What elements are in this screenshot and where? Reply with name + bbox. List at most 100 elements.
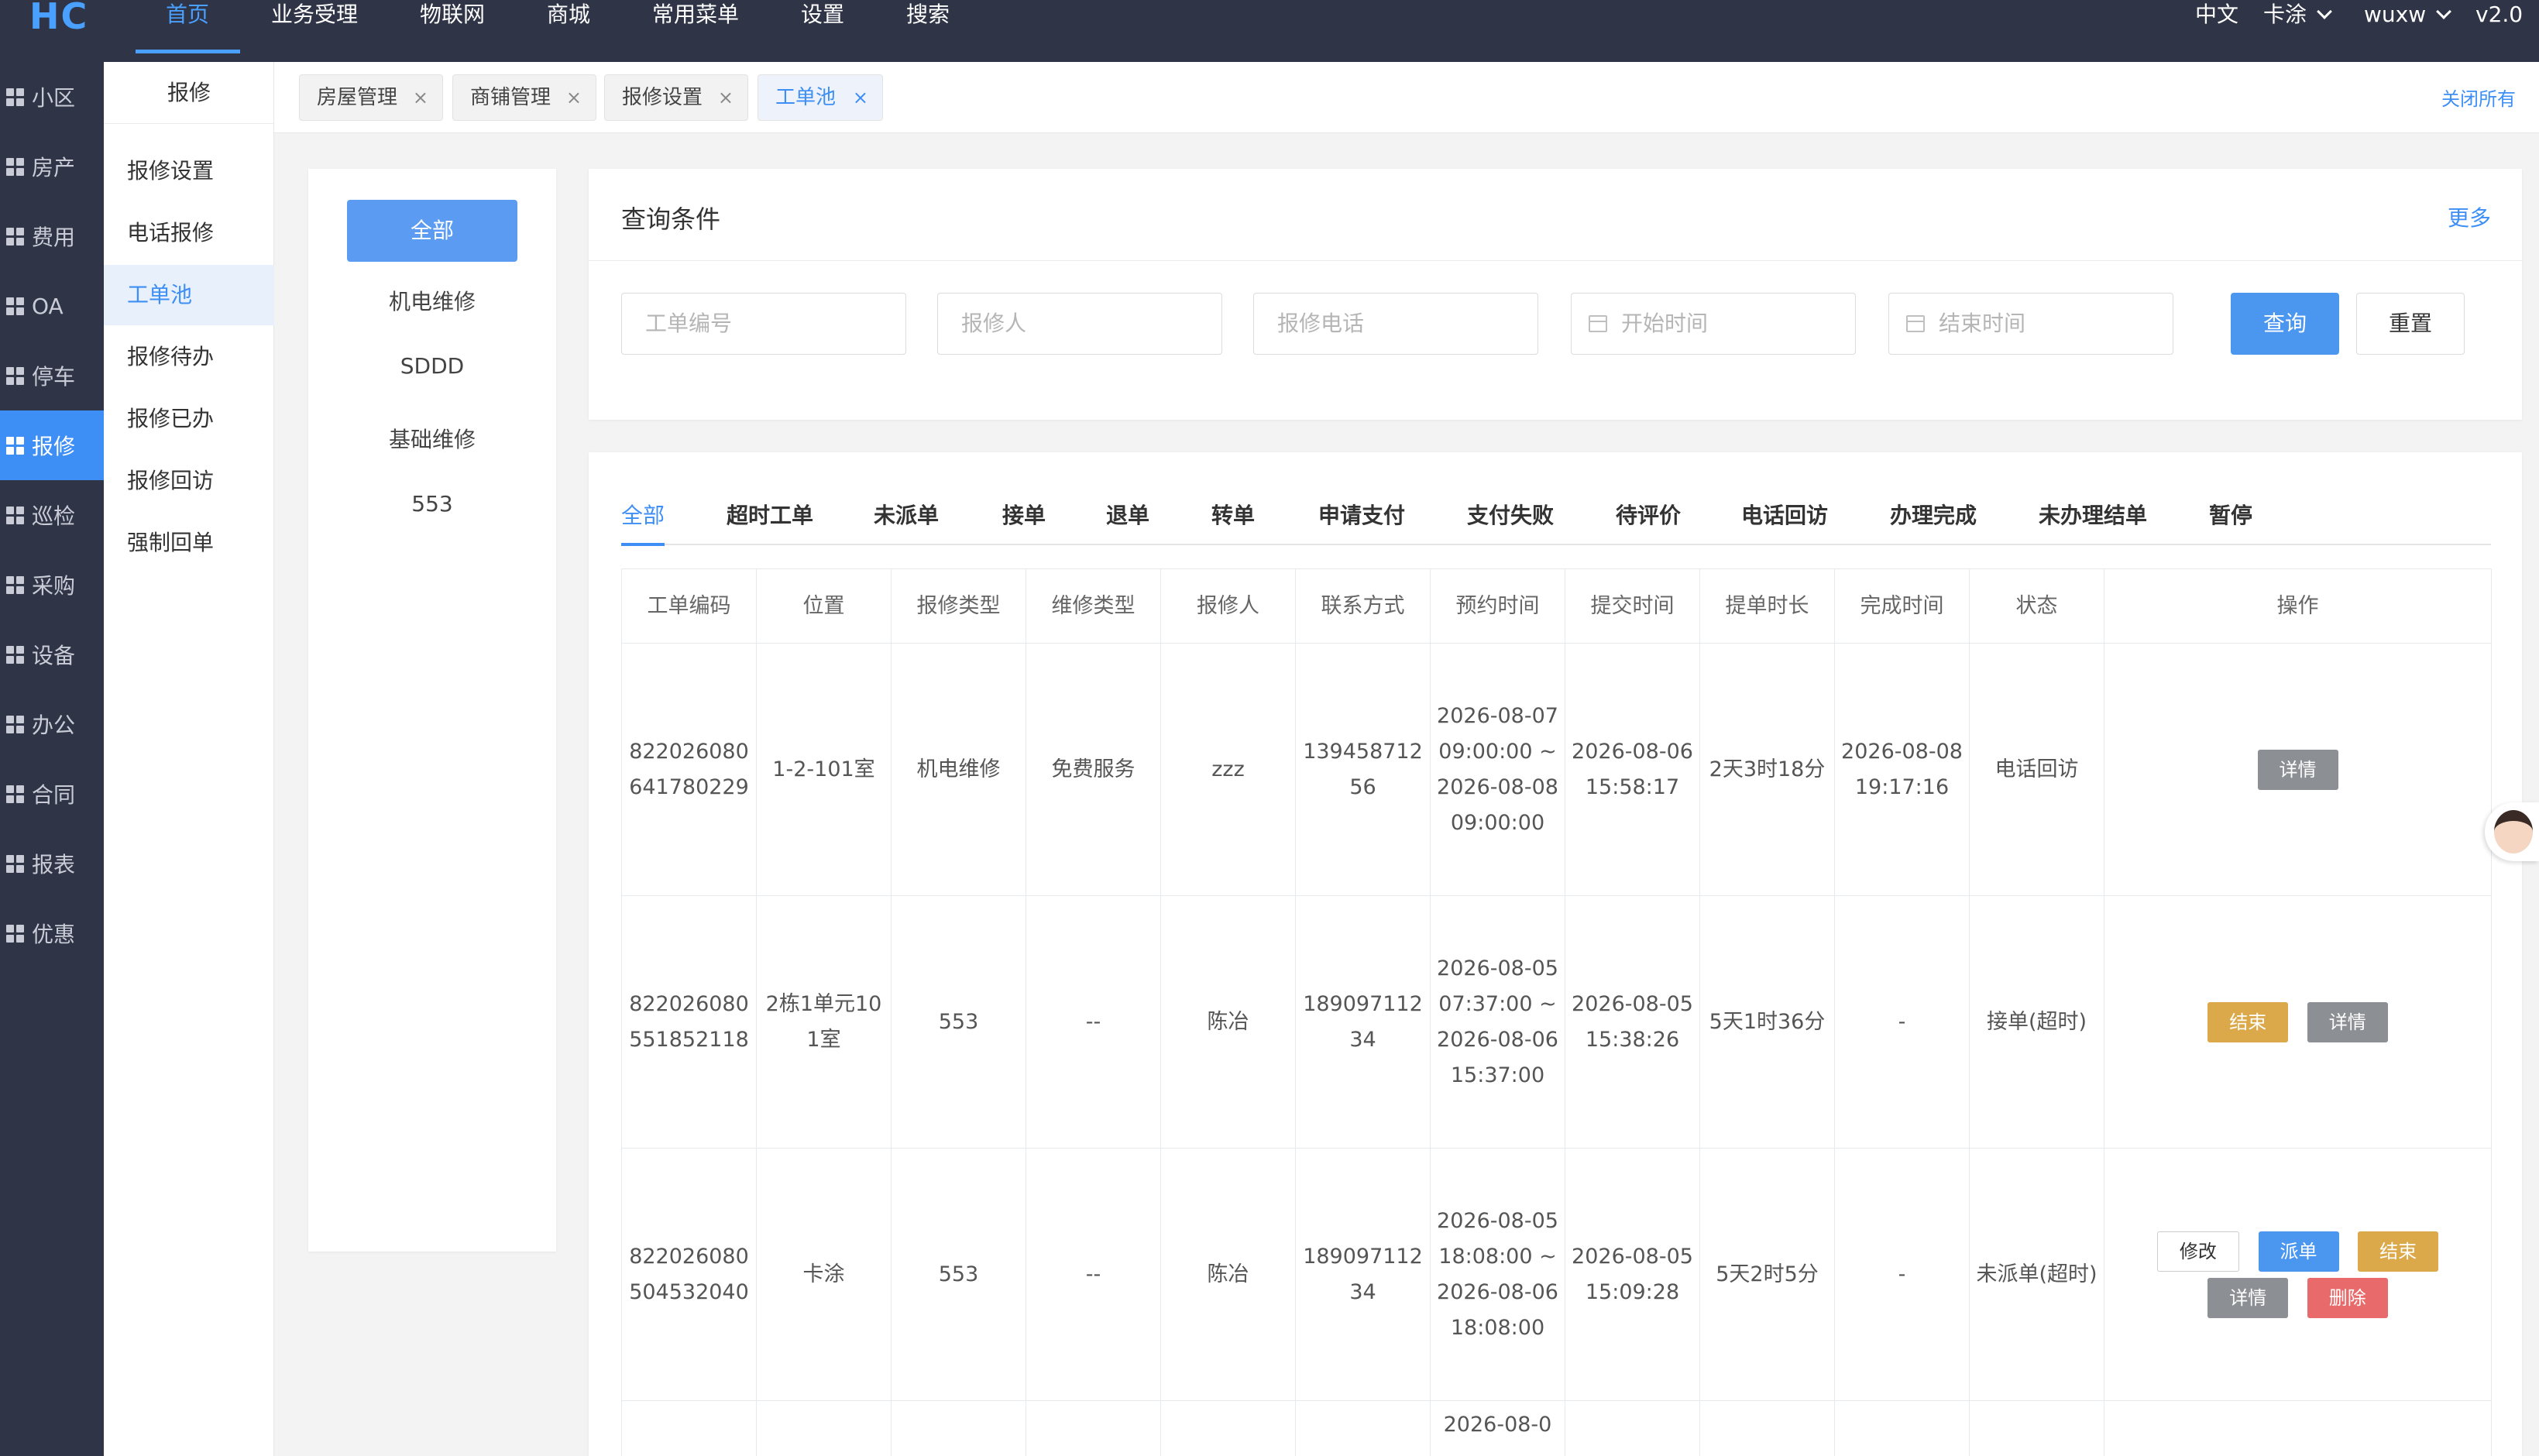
sidebar-item-equipment[interactable]: 设备 (0, 620, 104, 689)
sidebar-item-repair[interactable]: 报修 (0, 410, 104, 480)
phone-input[interactable]: 报修电话 (1253, 293, 1538, 355)
header-code: 工单编码 (621, 568, 757, 644)
sub-sidebar: 报修 报修设置 电话报修 工单池 报修待办 报修已办 报修回访 强制回单 (104, 62, 274, 1456)
customer-service-avatar[interactable] (2485, 802, 2539, 861)
header-finish-time: 完成时间 (1834, 568, 1970, 644)
sidebar-item-contract[interactable]: 合同 (0, 759, 104, 829)
nav-search[interactable]: 搜索 (906, 0, 950, 56)
sidebar-item-inspection[interactable]: 巡检 (0, 480, 104, 550)
edit-button[interactable]: 修改 (2156, 1231, 2239, 1272)
sub-item-order-pool[interactable]: 工单池 (104, 265, 274, 325)
finish-button[interactable]: 结束 (2207, 1001, 2289, 1042)
tab-status-pending-review[interactable]: 待评价 (1616, 499, 1681, 530)
order-no-input[interactable]: 工单编号 (621, 293, 906, 355)
tab-status-payment-request[interactable]: 申请支付 (1318, 499, 1405, 530)
grid-icon (6, 157, 24, 176)
tab-status-payment-failed[interactable]: 支付失败 (1467, 499, 1554, 530)
query-more-link[interactable]: 更多 (2448, 201, 2491, 232)
grid-icon (6, 785, 24, 803)
cell-repair-type: 机电维修 (891, 643, 1026, 896)
header-maint-type: 维修类型 (1026, 568, 1161, 644)
reporter-input[interactable]: 报修人 (937, 293, 1222, 355)
detail-button[interactable]: 详情 (2207, 1277, 2289, 1318)
tab-status-paused[interactable]: 暂停 (2209, 499, 2252, 530)
nav-business[interactable]: 业务受理 (271, 0, 358, 56)
tab-shop-management[interactable]: 商铺管理 × (452, 74, 596, 121)
cell-duration: 5天1时36分 (1699, 895, 1835, 1149)
category-item[interactable]: 基础维修 (308, 423, 556, 454)
end-time-input[interactable]: 结束时间 (1888, 293, 2173, 355)
category-item[interactable]: SDDD (308, 353, 556, 379)
close-icon[interactable]: × (853, 75, 868, 120)
sidebar-item-discounts[interactable]: 优惠 (0, 898, 104, 968)
cell-location: 1-2-101室 (756, 643, 892, 896)
close-icon[interactable]: × (413, 75, 428, 120)
close-icon[interactable]: × (718, 75, 734, 120)
grid-icon (6, 227, 24, 246)
sidebar-item-oa[interactable]: OA (0, 271, 104, 341)
table-row: 822026080551852118 2栋1单元101室 553 -- 陈冶 1… (621, 895, 2492, 1149)
sidebar-item-fees[interactable]: 费用 (0, 201, 104, 271)
nav-settings[interactable]: 设置 (801, 0, 844, 56)
sub-item-phone-repair[interactable]: 电话报修 (104, 203, 274, 263)
delete-button[interactable]: 删除 (2307, 1277, 2388, 1318)
nav-common-menu[interactable]: 常用菜单 (652, 0, 739, 56)
close-icon[interactable]: × (566, 75, 582, 120)
tab-order-pool[interactable]: 工单池 × (758, 74, 883, 121)
sidebar-item-property[interactable]: 房产 (0, 132, 104, 201)
sidebar-item-office[interactable]: 办公 (0, 689, 104, 759)
nav-iot[interactable]: 物联网 (420, 0, 485, 56)
grid-icon (6, 715, 24, 733)
cell-location: 2栋1单元101室 (756, 895, 892, 1149)
tab-status-returned[interactable]: 退单 (1106, 499, 1149, 530)
tab-status-completed[interactable]: 办理完成 (1890, 499, 1977, 530)
sidebar-item-parking[interactable]: 停车 (0, 341, 104, 410)
tab-status-undispatched[interactable]: 未派单 (874, 499, 939, 530)
sidebar-item-reports[interactable]: 报表 (0, 829, 104, 898)
reset-button[interactable]: 重置 (2356, 293, 2465, 355)
sub-item-repair-settings[interactable]: 报修设置 (104, 141, 274, 201)
category-all-button[interactable]: 全部 (347, 200, 517, 262)
calendar-icon (1589, 315, 1607, 332)
start-time-input[interactable]: 开始时间 (1571, 293, 1856, 355)
page-tabs: 房屋管理 × 商铺管理 × 报修设置 × 工单池 × 关闭所有 (274, 62, 2539, 133)
category-item[interactable]: 553 (308, 491, 556, 517)
nav-active-indicator (136, 50, 240, 53)
cell-status: 接单(超时) (1969, 895, 2104, 1149)
tab-status-transferred[interactable]: 转单 (1211, 499, 1255, 530)
sidebar-item-community[interactable]: 小区 (0, 62, 104, 132)
tab-status-phone-revisit[interactable]: 电话回访 (1741, 499, 1828, 530)
search-button[interactable]: 查询 (2231, 293, 2339, 355)
logo[interactable]: HC (29, 0, 88, 37)
close-all-tabs[interactable]: 关闭所有 (2441, 84, 2516, 111)
tab-status-all[interactable]: 全部 (621, 499, 665, 530)
nav-home[interactable]: 首页 (166, 0, 209, 56)
tab-house-management[interactable]: 房屋管理 × (299, 74, 443, 121)
detail-button[interactable]: 详情 (2257, 749, 2338, 790)
cell-maint-type: 免费服务 (1026, 643, 1161, 896)
tab-status-timeout[interactable]: 超时工单 (727, 499, 813, 530)
community-select[interactable]: 卡涂 (2263, 0, 2332, 29)
finish-button[interactable]: 结束 (2358, 1231, 2439, 1272)
table-row: 822026080504532040 卡涂 553 -- 陈冶 18909711… (621, 1148, 2492, 1401)
detail-button[interactable]: 详情 (2307, 1001, 2388, 1042)
header-actions: 操作 (2104, 568, 2492, 644)
top-navbar: HC 首页 业务受理 物联网 商城 常用菜单 设置 搜索 中文 卡涂 wuxw … (0, 0, 2539, 62)
tab-status-unhandled-closed[interactable]: 未办理结单 (2039, 499, 2147, 530)
version-label: v2.0 (2475, 2, 2524, 27)
header-phone: 联系方式 (1295, 568, 1431, 644)
category-item[interactable]: 机电维修 (308, 285, 556, 316)
user-menu[interactable]: wuxw (2364, 0, 2452, 29)
dispatch-button[interactable]: 派单 (2258, 1231, 2339, 1272)
nav-mall[interactable]: 商城 (547, 0, 590, 56)
sub-item-repair-todo[interactable]: 报修待办 (104, 327, 274, 387)
header-status: 状态 (1969, 568, 2104, 644)
header-submit-time: 提交时间 (1565, 568, 1700, 644)
sub-item-repair-revisit[interactable]: 报修回访 (104, 451, 274, 511)
language-switch[interactable]: 中文 (2195, 0, 2238, 29)
tab-repair-settings[interactable]: 报修设置 × (604, 74, 748, 121)
sub-item-force-return[interactable]: 强制回单 (104, 513, 274, 573)
tab-status-accepted[interactable]: 接单 (1002, 499, 1046, 530)
sidebar-item-purchase[interactable]: 采购 (0, 550, 104, 620)
sub-item-repair-done[interactable]: 报修已办 (104, 389, 274, 449)
